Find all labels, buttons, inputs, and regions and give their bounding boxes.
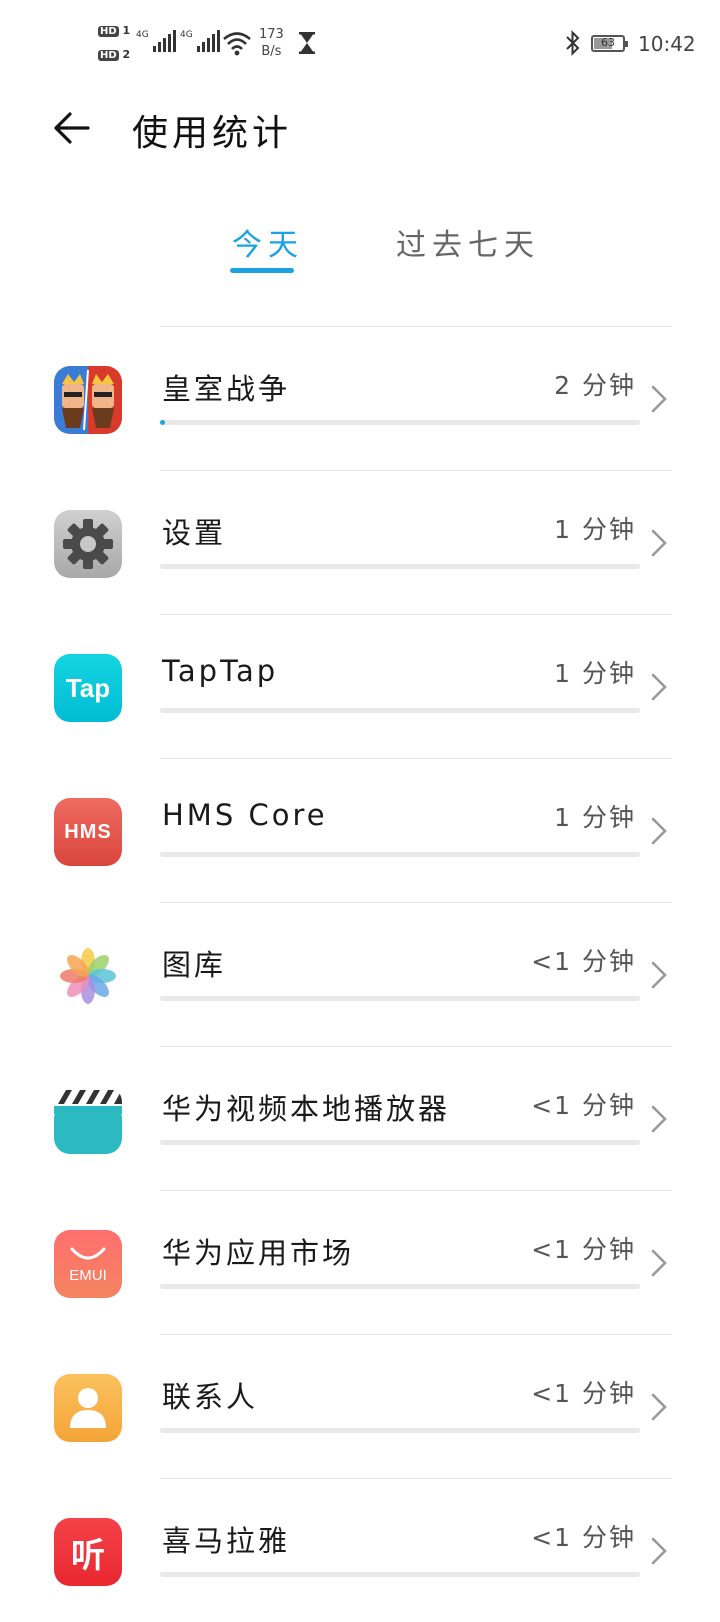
page-title: 使用统计 (132, 113, 293, 154)
app-duration: 1 分钟 (554, 803, 636, 832)
usage-progress-fill (160, 420, 165, 425)
divider (160, 326, 672, 327)
app-name: 设置 (162, 516, 227, 550)
chevron-right-icon (651, 1537, 667, 1565)
chevron-right-icon (651, 529, 667, 557)
usage-progress-bar (160, 1428, 640, 1433)
taptap-icon: Tap (54, 654, 122, 722)
app-duration: <1 分钟 (531, 1379, 636, 1408)
signal-icon: 4G (136, 30, 176, 52)
app-duration: <1 分钟 (531, 1091, 636, 1120)
divider (160, 758, 672, 759)
bluetooth-icon (566, 30, 580, 56)
app-name: 喜马拉雅 (162, 1524, 291, 1558)
usage-progress-bar (160, 708, 640, 713)
video-clapper-icon (54, 1086, 122, 1154)
app-duration: 2 分钟 (554, 371, 636, 400)
usage-progress-bar (160, 852, 640, 857)
divider (160, 1334, 672, 1335)
usage-progress-bar (160, 1284, 640, 1289)
battery-icon: 63 (591, 35, 628, 52)
app-name: HMS Core (162, 798, 328, 832)
chevron-right-icon (651, 1105, 667, 1133)
app-row-contacts[interactable]: 联系人 <1 分钟 (0, 1334, 720, 1478)
divider (160, 902, 672, 903)
app-row-huawei-video[interactable]: 华为视频本地播放器 <1 分钟 (0, 1046, 720, 1190)
usage-progress-bar (160, 564, 640, 569)
tab-past-seven-days[interactable]: 过去七天 (396, 220, 540, 264)
chevron-right-icon (651, 1249, 667, 1277)
chevron-right-icon (651, 961, 667, 989)
app-name: 华为应用市场 (162, 1236, 355, 1270)
app-name: TapTap (162, 654, 279, 688)
network-speed: 173 B/s (259, 27, 284, 59)
app-row-taptap[interactable]: Tap TapTap 1 分钟 (0, 614, 720, 758)
app-name: 华为视频本地播放器 (162, 1092, 451, 1126)
back-arrow-icon[interactable] (50, 106, 94, 150)
app-duration: 1 分钟 (554, 659, 636, 688)
signal-icon: 4G (180, 30, 220, 52)
divider (160, 1046, 672, 1047)
usage-progress-bar (160, 996, 640, 1001)
clash-royale-icon (54, 366, 122, 434)
app-name: 联系人 (162, 1380, 259, 1414)
app-row-appgallery[interactable]: EMUI 华为应用市场 <1 分钟 (0, 1190, 720, 1334)
wifi-icon (223, 32, 251, 56)
chevron-right-icon (651, 385, 667, 413)
app-row-settings[interactable]: 设置 1 分钟 (0, 470, 720, 614)
usage-progress-bar (160, 1140, 640, 1145)
chevron-right-icon (651, 673, 667, 701)
app-duration: 1 分钟 (554, 515, 636, 544)
gallery-flower-icon (54, 942, 122, 1010)
hms-core-icon: HMS (54, 798, 122, 866)
app-duration: <1 分钟 (531, 947, 636, 976)
chevron-right-icon (651, 817, 667, 845)
sim2-hd-indicator: HD 2 (98, 48, 131, 61)
appgallery-icon: EMUI (54, 1230, 122, 1298)
app-name: 皇室战争 (162, 372, 291, 406)
divider (160, 1478, 672, 1479)
tab-today[interactable]: 今天 (232, 220, 304, 264)
app-duration: <1 分钟 (531, 1523, 636, 1552)
ximalaya-icon: 听 (54, 1518, 122, 1586)
app-duration: <1 分钟 (531, 1235, 636, 1264)
divider (160, 470, 672, 471)
app-row-clash-royale[interactable]: 皇室战争 2 分钟 (0, 326, 720, 470)
hourglass-icon (299, 32, 315, 54)
tab-active-indicator (230, 268, 294, 273)
divider (160, 1190, 672, 1191)
usage-progress-bar (160, 420, 640, 425)
app-row-ximalaya[interactable]: 听 喜马拉雅 <1 分钟 (0, 1478, 720, 1622)
clock: 10:42 (638, 32, 696, 56)
app-usage-list: 皇室战争 2 分钟 设置 1 分钟 Tap TapTap 1 分钟 HMS HM… (0, 326, 720, 1622)
divider (160, 614, 672, 615)
settings-gear-icon (54, 510, 122, 578)
contacts-icon (54, 1374, 122, 1442)
chevron-right-icon (651, 1393, 667, 1421)
app-row-gallery[interactable]: 图库 <1 分钟 (0, 902, 720, 1046)
sim1-hd-indicator: HD 1 (98, 24, 131, 37)
status-bar: HD 1 HD 2 4G 4G 173 B/s 63 10:42 (0, 0, 720, 86)
app-name: 图库 (162, 948, 227, 982)
app-row-hms-core[interactable]: HMS HMS Core 1 分钟 (0, 758, 720, 902)
usage-progress-bar (160, 1572, 640, 1577)
